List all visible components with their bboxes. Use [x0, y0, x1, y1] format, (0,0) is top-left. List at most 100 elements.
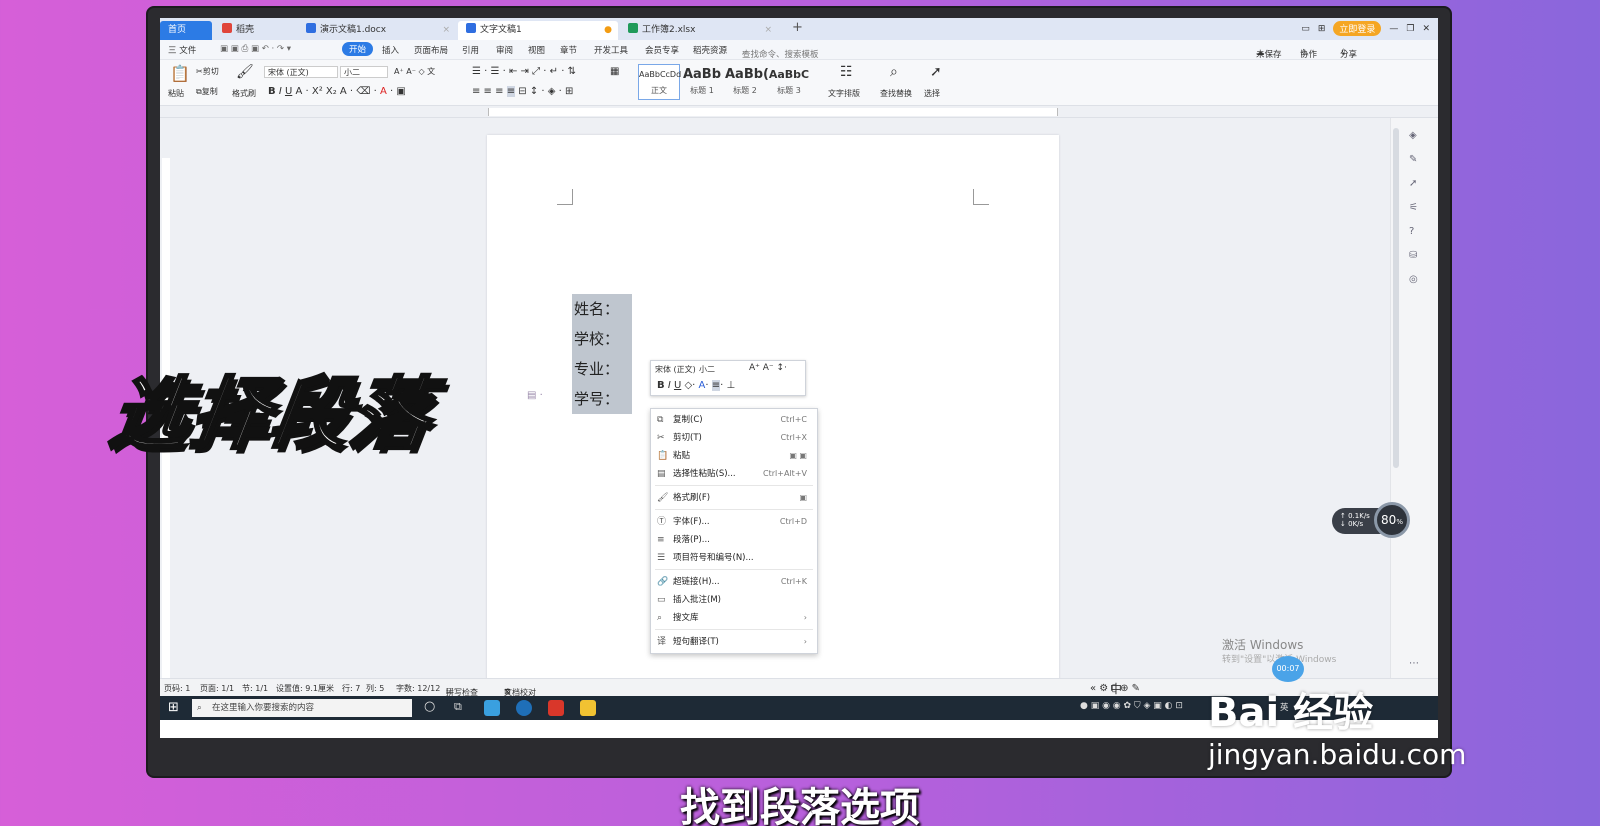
tray-icons[interactable]: ● ▣ ◉ ◉ ✿ ⛉ ◈ ▣ ◐ ⊡: [1080, 701, 1183, 711]
menu-member[interactable]: 会员专享: [645, 44, 679, 56]
format-painter-button[interactable]: 格式刷: [232, 88, 256, 99]
mini-grow-icons[interactable]: A⁺ A⁻ ↕·: [749, 363, 787, 373]
ctx-label: 超链接(H)...: [673, 577, 720, 587]
word-icon: [306, 23, 316, 33]
ctx-copy[interactable]: ⧉ 复制(C) Ctrl+C: [651, 411, 817, 429]
close-window-icon[interactable]: ✕: [1422, 24, 1430, 34]
ime-toolbar[interactable]: 中: [1110, 680, 1122, 697]
file-menu[interactable]: 三 文件: [168, 44, 196, 56]
ctx-format-painter[interactable]: 🖌 格式刷(F) ▣: [651, 489, 817, 507]
new-tab-button[interactable]: +: [792, 20, 803, 35]
paste-icon[interactable]: 📋: [170, 64, 190, 83]
paragraph-handle-icon[interactable]: ▤ ·: [527, 390, 543, 401]
minimize-icon[interactable]: —: [1389, 24, 1398, 34]
style-heading-2[interactable]: AaBb( 标题 2: [724, 64, 769, 100]
style-heading-1[interactable]: AaBb 标题 1: [681, 64, 723, 100]
text-layout-button[interactable]: 文字排版: [828, 88, 860, 99]
doc-line-school[interactable]: 学校：: [574, 328, 619, 349]
ctx-comment[interactable]: ▭ 插入批注(M): [651, 591, 817, 609]
ctx-font[interactable]: Ⓣ 字体(F)... Ctrl+D: [651, 513, 817, 531]
status-words[interactable]: 字数: 12/12: [396, 683, 440, 694]
find-replace-button[interactable]: 查找替换: [880, 88, 912, 99]
windows-start-icon[interactable]: ⊞: [168, 700, 179, 715]
style-heading-3[interactable]: AaBbC 标题 3: [767, 64, 811, 100]
font-size-select[interactable]: 小二: [340, 66, 388, 78]
menu-view[interactable]: 视图: [528, 44, 545, 56]
overlay-title: 选择段落: [103, 369, 439, 462]
select-button[interactable]: 选择: [924, 88, 940, 99]
taskbar-search[interactable]: ⌕ 在这里输入你要搜索的内容: [192, 699, 412, 717]
menu-references[interactable]: 引用: [462, 44, 479, 56]
ctx-paragraph[interactable]: ≡ 段落(P)...: [651, 531, 817, 549]
cut-button[interactable]: ✂剪切: [196, 66, 219, 77]
ctx-hyperlink[interactable]: 🔗 超链接(H)... Ctrl+K: [651, 573, 817, 591]
copy-button[interactable]: ⧉复制: [196, 86, 218, 97]
font-grow-icons[interactable]: A⁺ A⁻ ◇ 文: [394, 66, 435, 77]
paste-options-icon[interactable]: ▣ ▣: [789, 447, 807, 465]
cortana-icon[interactable]: ○: [424, 699, 435, 714]
menu-daoke[interactable]: 稻壳资源: [693, 44, 727, 56]
painter-option-icon[interactable]: ▣: [799, 489, 807, 507]
restore-icon[interactable]: ❐: [1406, 24, 1414, 34]
ctx-translate[interactable]: 译短句翻译(T) ›: [651, 633, 817, 651]
menu-insert[interactable]: 插入: [382, 44, 399, 56]
text-layout-icon[interactable]: ☷: [840, 64, 853, 80]
cursor-icon[interactable]: ➚: [930, 64, 942, 80]
sliders-icon[interactable]: ⚟: [1409, 202, 1418, 213]
mini-format-icons[interactable]: B I U ◇· A· ≡· ⊥: [657, 380, 735, 391]
pointer-icon[interactable]: ➚: [1409, 178, 1417, 189]
help-icon[interactable]: ?: [1409, 226, 1414, 237]
doc-line-id[interactable]: 学号：: [574, 388, 619, 409]
app-icon-browser[interactable]: [484, 700, 500, 716]
backup-icon[interactable]: ⛁: [1409, 250, 1417, 261]
style-pane-icon[interactable]: ◈: [1409, 130, 1417, 141]
doc-line-major[interactable]: 专业：: [574, 358, 619, 379]
tab-doc-1[interactable]: 演示文稿1.docx ×: [298, 21, 456, 40]
list-buttons[interactable]: ☰ · ☰ · ⇤ ⇥ ⤢ · ↵ · ⇅: [472, 66, 576, 77]
ctx-cut[interactable]: ✂ 剪切(T) Ctrl+X: [651, 429, 817, 447]
brush-icon[interactable]: 🖌: [236, 64, 254, 80]
mini-font-size[interactable]: 小二: [699, 364, 715, 375]
menu-start[interactable]: 开始: [342, 42, 374, 56]
ctx-shortcut: Ctrl+Alt+V: [763, 469, 807, 478]
quick-access-icons[interactable]: ▣ ▣ ⎙ ▣ ↶ · ↷ ▾: [220, 44, 291, 54]
tab-home[interactable]: 首页: [160, 21, 212, 40]
search-doc-icon: ⌕: [657, 613, 663, 623]
grid-icon[interactable]: ⊞: [1318, 24, 1326, 34]
horizontal-ruler[interactable]: [160, 106, 1438, 118]
task-view-icon[interactable]: ⧉: [454, 700, 462, 714]
ctx-bullets[interactable]: ☰ 项目符号和编号(N)...: [651, 549, 817, 567]
network-speed-widget[interactable]: ↑ 0.1K/s ↓ 0K/s 80%: [1332, 502, 1410, 540]
tab-doc-active[interactable]: 文字文稿1 ●: [458, 21, 618, 40]
menu-section[interactable]: 章节: [560, 44, 577, 56]
tab-xlsx[interactable]: 工作簿2.xlsx ×: [620, 21, 778, 40]
close-icon[interactable]: ×: [442, 21, 450, 40]
ctx-search-library[interactable]: ⌕ 搜文库 ›: [651, 609, 817, 627]
style-normal[interactable]: AaBbCcDd 正文: [638, 64, 681, 100]
app-icon-wps[interactable]: [548, 700, 564, 716]
paste-button[interactable]: 粘贴: [168, 88, 184, 99]
ime-chinese[interactable]: 中: [1110, 682, 1122, 696]
find-icon[interactable]: ⌕: [890, 64, 898, 80]
font-name-select[interactable]: 宋体 (正文): [264, 66, 338, 78]
align-buttons[interactable]: ≡ ≡ ≡ ≡ ⊟ ↕ · ◈ · ⊞: [472, 86, 573, 97]
tab-daoke[interactable]: 稻壳: [214, 21, 296, 40]
login-button[interactable]: 立即登录: [1333, 21, 1382, 36]
menu-review[interactable]: 审阅: [496, 44, 513, 56]
app-icon-folder[interactable]: [580, 700, 596, 716]
pen-icon[interactable]: ✎: [1409, 154, 1417, 165]
vertical-scrollbar[interactable]: [1393, 128, 1399, 468]
location-icon[interactable]: ◎: [1409, 274, 1418, 285]
menu-developer[interactable]: 开发工具: [594, 44, 628, 56]
table-icon[interactable]: ▦: [610, 66, 619, 77]
menu-layout[interactable]: 页面布局: [414, 44, 448, 56]
ctx-paste-special[interactable]: ▤ 选择性粘贴(S)... Ctrl+Alt+V: [651, 465, 817, 483]
doc-line-name[interactable]: 姓名：: [574, 298, 619, 319]
layout-icon[interactable]: ▭: [1301, 24, 1310, 34]
ctx-paste[interactable]: 📋 粘贴 ▣ ▣: [651, 447, 817, 465]
app-icon-edge[interactable]: [516, 700, 532, 716]
format-buttons[interactable]: B I U A · X² X₂ A · ⌫ · A · ▣: [268, 86, 406, 97]
more-icon[interactable]: ⋯: [1409, 658, 1419, 669]
mini-font-name[interactable]: 宋体 (正文): [655, 364, 696, 375]
close-icon[interactable]: ×: [764, 21, 772, 40]
